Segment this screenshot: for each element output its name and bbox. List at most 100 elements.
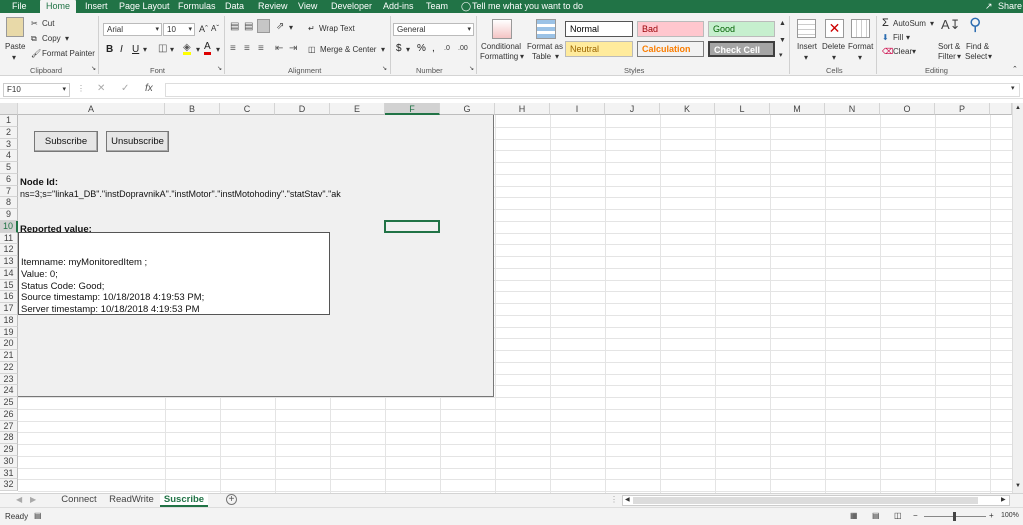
column-header-i[interactable]: I <box>550 103 605 115</box>
copy-dropdown-icon[interactable]: ▾ <box>65 34 69 43</box>
row-header-25[interactable]: 25 <box>0 397 18 409</box>
underline-icon[interactable]: U <box>132 44 139 55</box>
zoom-out-icon[interactable]: − <box>913 511 918 520</box>
copy-button[interactable]: Copy <box>42 34 61 43</box>
row-header-32[interactable]: 32 <box>0 479 18 491</box>
row-header-18[interactable]: 18 <box>0 314 18 327</box>
orientation-icon[interactable]: ⇗ <box>276 21 284 32</box>
scroll-left-icon[interactable]: ◀ <box>625 496 630 503</box>
tab-view[interactable]: View <box>298 0 317 13</box>
clear-button[interactable]: Clear <box>893 47 912 56</box>
expand-formula-bar-icon[interactable]: ▾ <box>1011 84 1015 92</box>
tab-formulas[interactable]: Formulas <box>178 0 216 13</box>
tab-file[interactable]: File <box>12 0 27 13</box>
column-header-n[interactable]: N <box>825 103 880 115</box>
zoom-slider-thumb[interactable] <box>953 512 956 521</box>
zoom-level[interactable]: 100% <box>1001 512 1019 519</box>
row-header-22[interactable]: 22 <box>0 361 18 374</box>
clipboard-launcher-icon[interactable]: ↘ <box>91 65 96 72</box>
share-button[interactable]: Share <box>998 0 1022 13</box>
tab-home[interactable]: Home <box>40 0 76 13</box>
number-format-select[interactable]: General ▾ <box>393 23 474 36</box>
row-header-27[interactable]: 27 <box>0 420 18 433</box>
column-header-a[interactable]: A <box>18 103 165 115</box>
align-right-icon[interactable]: ≡ <box>258 43 264 54</box>
scroll-down-icon[interactable]: ▼ <box>1015 483 1021 489</box>
scroll-up-icon[interactable]: ▲ <box>1015 105 1021 111</box>
horizontal-scrollbar[interactable]: ◀ ▶ <box>622 495 1010 506</box>
column-header-b[interactable]: B <box>165 103 220 115</box>
fill-button[interactable]: Fill <box>893 33 903 42</box>
styles-more-icon[interactable]: ▾ <box>779 51 783 59</box>
cut-button[interactable]: Cut <box>42 19 54 28</box>
tab-team[interactable]: Team <box>426 0 448 13</box>
row-header-26[interactable]: 26 <box>0 408 18 421</box>
orientation-dropdown-icon[interactable]: ▾ <box>289 23 293 32</box>
tab-add-ins[interactable]: Add-ins <box>383 0 414 13</box>
sheet-tab-connect[interactable]: Connect <box>55 494 103 507</box>
row-header-16[interactable]: 16 <box>0 291 18 303</box>
row-header-9[interactable]: 9 <box>0 209 18 221</box>
column-header-k[interactable]: K <box>660 103 715 115</box>
column-header-o[interactable]: O <box>880 103 935 115</box>
style-neutral[interactable]: Neutral <box>565 41 633 57</box>
column-header-m[interactable]: M <box>770 103 825 115</box>
font-color-dropdown-icon[interactable]: ▾ <box>216 45 220 54</box>
borders-dropdown-icon[interactable]: ▾ <box>170 45 174 54</box>
row-header-24[interactable]: 24 <box>0 385 18 397</box>
page-layout-view-icon[interactable]: ▤ <box>872 511 880 520</box>
conditional-formatting-label-2[interactable]: Formatting <box>480 52 518 61</box>
enter-icon[interactable]: ✓ <box>121 83 129 94</box>
merge-center-button[interactable]: Merge & Center <box>320 45 376 54</box>
row-header-7[interactable]: 7 <box>0 185 18 198</box>
row-header-2[interactable]: 2 <box>0 126 18 139</box>
row-header-12[interactable]: 12 <box>0 244 18 256</box>
decrease-decimal-icon[interactable]: .00 <box>458 45 468 52</box>
wrap-text-button[interactable]: Wrap Text <box>319 24 355 33</box>
sheet-tab-readwrite[interactable]: ReadWrite <box>104 494 159 507</box>
paste-dropdown-icon[interactable]: ▾ <box>12 53 16 62</box>
comma-icon[interactable]: , <box>432 43 435 54</box>
row-header-23[interactable]: 23 <box>0 373 18 386</box>
row-header-15[interactable]: 15 <box>0 279 18 292</box>
vertical-scrollbar[interactable]: ▲ ▼ <box>1012 103 1023 493</box>
horizontal-scroll-thumb[interactable] <box>633 497 978 504</box>
style-calculation[interactable]: Calculation <box>637 41 704 57</box>
row-header-19[interactable]: 19 <box>0 326 18 339</box>
style-check-cell[interactable]: Check Cell <box>708 41 775 57</box>
align-center-icon[interactable]: ≡ <box>244 43 250 54</box>
row-header-21[interactable]: 21 <box>0 350 18 362</box>
italic-icon[interactable]: I <box>120 44 123 55</box>
row-header-10[interactable]: 10 <box>0 220 18 233</box>
row-header-3[interactable]: 3 <box>0 138 18 151</box>
normal-view-icon[interactable]: ▦ <box>850 511 858 520</box>
delete-cells-button[interactable]: Delete <box>822 42 845 51</box>
decrease-indent-icon[interactable]: ⇤ <box>275 43 283 54</box>
row-header-14[interactable]: 14 <box>0 267 18 280</box>
column-header-g[interactable]: G <box>440 103 495 115</box>
insert-cells-button[interactable]: Insert <box>797 42 817 51</box>
column-header-p[interactable]: P <box>935 103 990 115</box>
font-size-select[interactable]: 10 ▾ <box>163 23 195 36</box>
currency-icon[interactable]: $ <box>396 43 402 54</box>
row-header-28[interactable]: 28 <box>0 432 18 444</box>
select-all-corner[interactable] <box>0 103 18 115</box>
increase-decimal-icon[interactable]: .0 <box>444 45 450 52</box>
font-launcher-icon[interactable]: ↘ <box>217 65 222 72</box>
active-cell[interactable] <box>384 220 440 233</box>
zoom-in-icon[interactable]: + <box>989 511 994 520</box>
increase-indent-icon[interactable]: ⇥ <box>289 43 297 54</box>
find-select-button-2[interactable]: Select <box>965 52 987 61</box>
row-header-29[interactable]: 29 <box>0 444 18 456</box>
style-bad[interactable]: Bad <box>637 21 704 37</box>
tab-splitter-icon[interactable]: ⋮ <box>610 495 618 504</box>
font-color-icon[interactable]: A <box>204 42 211 55</box>
column-header-j[interactable]: J <box>605 103 660 115</box>
insert-function-icon[interactable]: fx <box>145 83 153 94</box>
row-header-6[interactable]: 6 <box>0 173 18 186</box>
align-middle-icon[interactable]: ▤ <box>244 21 253 32</box>
collapse-ribbon-icon[interactable]: ⌃ <box>1012 65 1018 73</box>
align-left-icon[interactable]: ≡ <box>230 43 236 54</box>
sheet-tab-suscribe[interactable]: Suscribe <box>160 494 208 507</box>
row-header-31[interactable]: 31 <box>0 467 18 480</box>
